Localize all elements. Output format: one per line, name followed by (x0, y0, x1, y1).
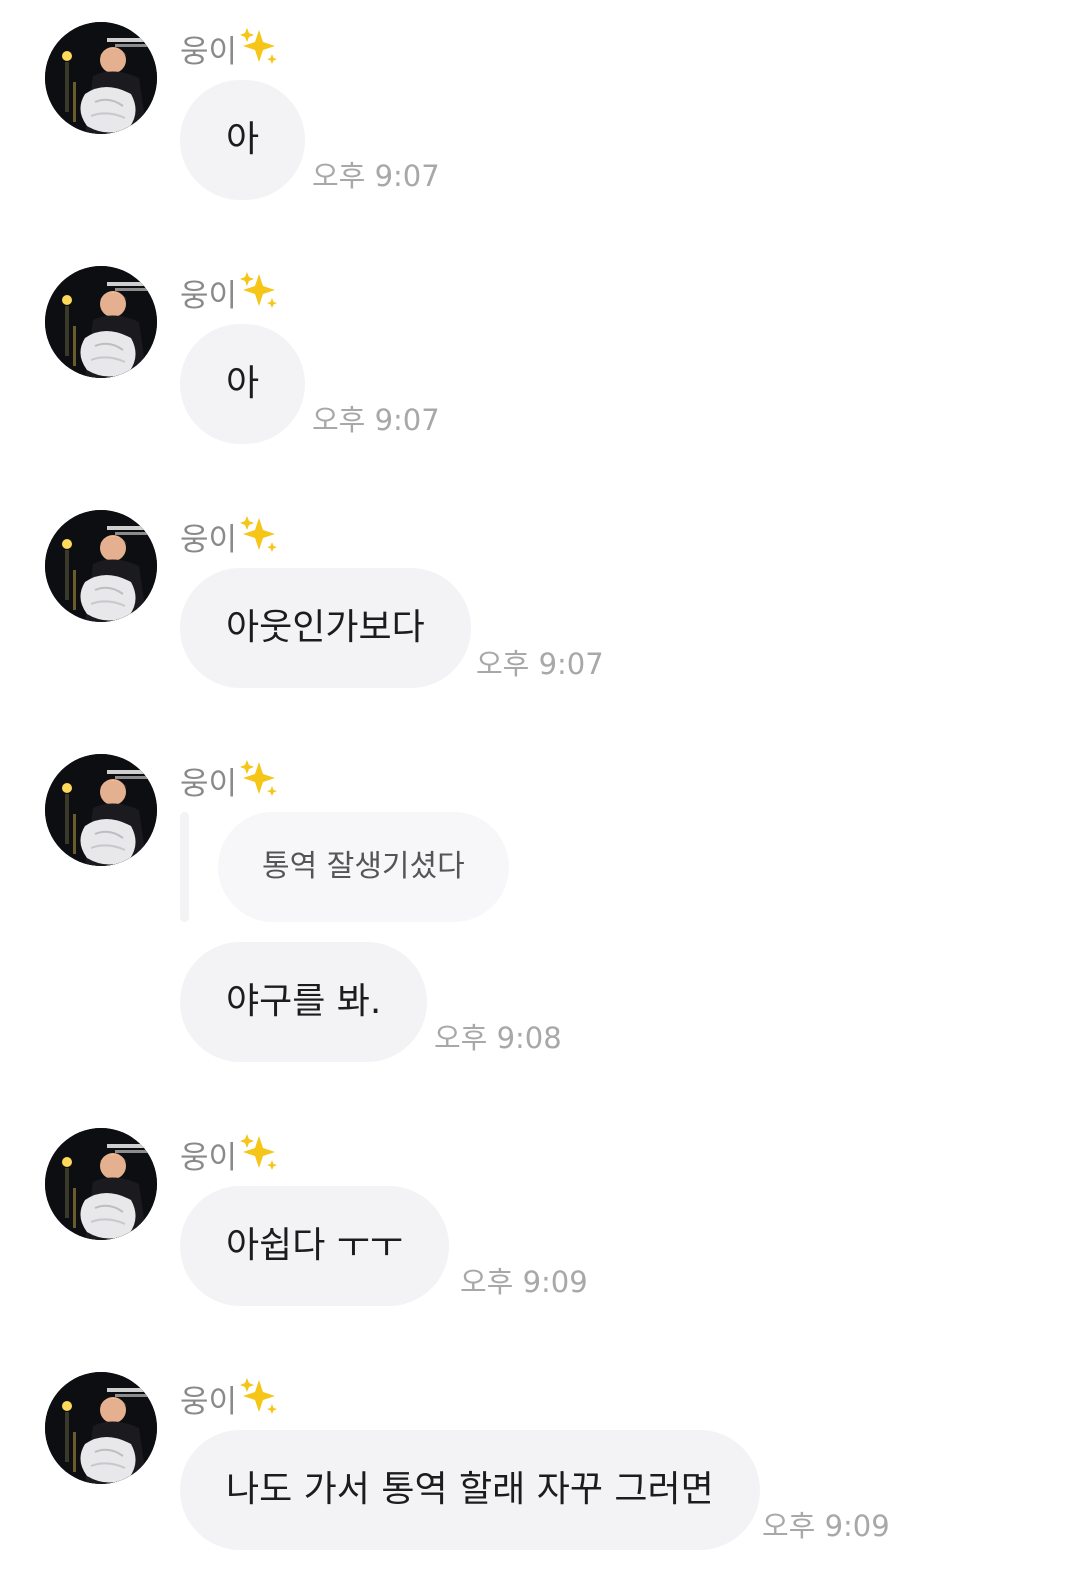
avatar[interactable] (45, 22, 157, 134)
message-time: 오후 9:09 (460, 1265, 588, 1299)
sender-name: 웅이 (180, 270, 279, 320)
message-bubble[interactable]: 야구를 봐. (180, 942, 428, 1062)
sender-name: 웅이 (180, 1132, 279, 1182)
avatar[interactable] (45, 1128, 157, 1240)
sparkles-icon (239, 270, 279, 320)
sparkles-icon (239, 1132, 279, 1182)
sparkles-icon (239, 26, 279, 76)
avatar[interactable] (45, 754, 157, 866)
message-bubble[interactable]: 나도 가서 통역 할래 자꾸 그러면 (180, 1430, 760, 1550)
sender-name-label: 웅이 (180, 766, 238, 802)
message-bubble[interactable]: 아 (180, 324, 306, 444)
sparkles-icon (239, 1376, 279, 1426)
message-bubble[interactable]: 아쉽다 ㅜㅜ (180, 1186, 450, 1306)
message-bubble[interactable]: 아 (180, 80, 306, 200)
sparkles-icon (239, 514, 279, 564)
sender-name: 웅이 (180, 1376, 279, 1426)
avatar[interactable] (45, 1372, 157, 1484)
message-time: 오후 9:09 (762, 1509, 890, 1543)
sender-name-label: 웅이 (180, 1384, 238, 1420)
sender-name-label: 웅이 (180, 34, 238, 70)
sender-name-label: 웅이 (180, 522, 238, 558)
message-time: 오후 9:08 (434, 1021, 562, 1055)
sender-name-label: 웅이 (180, 1140, 238, 1176)
message-time: 오후 9:07 (312, 403, 440, 437)
reply-quote-bar (180, 812, 189, 922)
sender-name: 웅이 (180, 26, 279, 76)
sender-name: 웅이 (180, 514, 279, 564)
sparkles-icon (239, 758, 279, 808)
message-time: 오후 9:07 (312, 159, 440, 193)
chat-thread: 웅이 아 오후 9:07 웅이 아 오후 9:07 웅이 아웃인가보다 오후 9… (0, 0, 1080, 1596)
sender-name-label: 웅이 (180, 278, 238, 314)
reply-quote-bubble[interactable]: 통역 잘생기셨다 (218, 812, 509, 922)
message-bubble[interactable]: 아웃인가보다 (180, 568, 471, 688)
avatar[interactable] (45, 510, 157, 622)
avatar[interactable] (45, 266, 157, 378)
sender-name: 웅이 (180, 758, 279, 808)
message-time: 오후 9:07 (476, 647, 604, 681)
